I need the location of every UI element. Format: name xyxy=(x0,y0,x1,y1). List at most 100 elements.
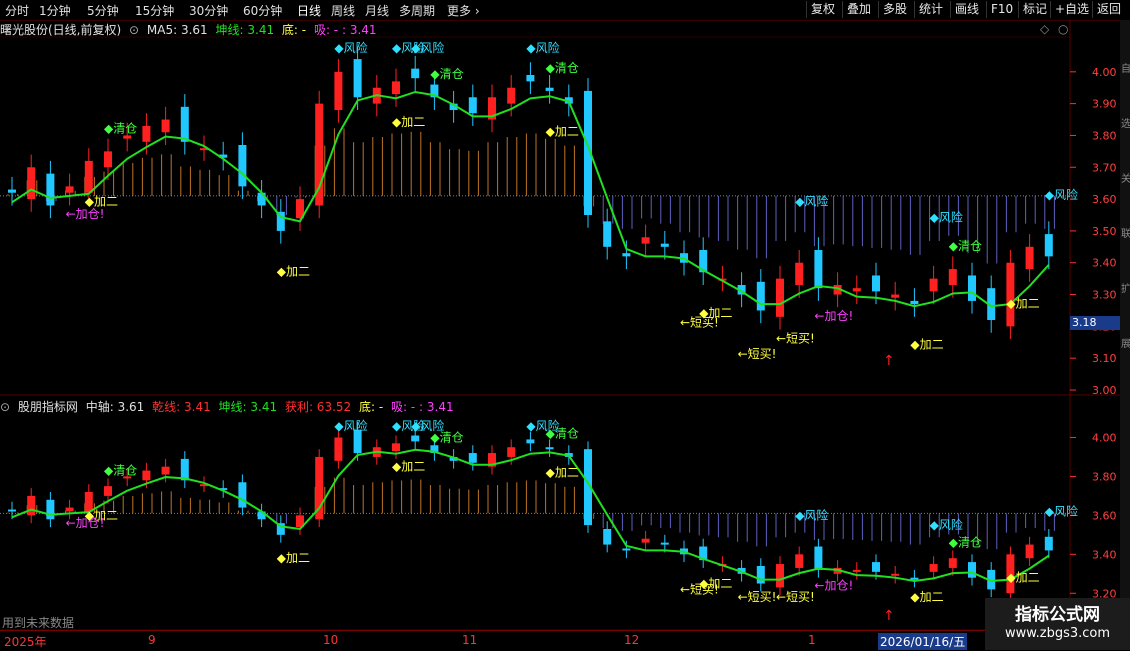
signal-label: ←短买! xyxy=(776,331,815,345)
toolbar-button-0[interactable]: 复权 xyxy=(806,1,839,18)
signal-label: ←加仓! xyxy=(66,516,105,530)
timeframe-10[interactable]: 更多 › xyxy=(447,2,480,19)
circle-icon[interactable]: ○ xyxy=(1058,22,1068,36)
candle-body xyxy=(545,87,554,91)
candle-body xyxy=(603,221,612,247)
date-label-4: 12 xyxy=(624,633,640,647)
candle-body xyxy=(756,281,765,311)
candle-body xyxy=(680,253,688,263)
sidebar-char: 扩 xyxy=(1121,284,1130,295)
candle-body xyxy=(680,548,688,555)
toolbar-button-5[interactable]: F10 xyxy=(986,1,1017,18)
collapse-icon[interactable]: ⊙ xyxy=(129,23,139,37)
timeframe-3[interactable]: 15分钟 xyxy=(135,2,174,19)
buy-arrow-icon: ↑ xyxy=(883,608,895,624)
timeframe-0[interactable]: 分时 xyxy=(5,2,29,19)
candle-body xyxy=(852,569,861,572)
candle-body xyxy=(564,97,573,104)
candle-body xyxy=(334,71,343,110)
candle-body xyxy=(84,160,93,193)
signal-label: ◆风险 xyxy=(795,507,828,522)
date-label-2: 10 xyxy=(323,633,339,647)
di-label: 底: - xyxy=(359,400,384,414)
candle-body xyxy=(468,453,477,463)
signal-label: ←加仓! xyxy=(814,309,853,323)
candle-body xyxy=(910,300,919,305)
candle-body xyxy=(104,151,112,168)
kline-chart[interactable]: 4.003.903.803.703.603.503.403.303.203.10… xyxy=(0,0,1130,650)
candle-body xyxy=(660,243,669,247)
candle-body xyxy=(507,87,516,104)
timeframe-8[interactable]: 月线 xyxy=(365,2,389,19)
candle-body xyxy=(1025,544,1034,559)
candle-body xyxy=(776,564,784,588)
timeframe-4[interactable]: 30分钟 xyxy=(189,2,228,19)
collapse-icon[interactable]: ⊙ xyxy=(0,400,10,414)
y-tick-label: 3.80 xyxy=(1092,129,1117,142)
toolbar-button-1[interactable]: 叠加 xyxy=(842,1,875,18)
di-label: 底: - xyxy=(281,23,307,37)
toolbar-button-3[interactable]: 统计 xyxy=(914,1,947,18)
candle-body xyxy=(660,542,669,545)
kun-label: 坤线: 3.41 xyxy=(218,400,278,414)
sidebar-char: 选 xyxy=(1121,119,1130,130)
candle-body xyxy=(737,285,746,295)
y-tick-label: 3.30 xyxy=(1092,289,1117,302)
kun-line xyxy=(11,90,1050,308)
candle-body xyxy=(814,546,823,570)
y-tick-label: 3.40 xyxy=(1092,257,1117,270)
candle-body xyxy=(699,250,708,273)
y-tick-label: 3.90 xyxy=(1092,98,1117,111)
toolbar-button-4[interactable]: 画线 xyxy=(950,1,983,18)
sidebar-char: 联 xyxy=(1121,229,1130,240)
signal-label: ◆加二 xyxy=(1006,296,1039,310)
signal-label: ←短买! xyxy=(738,590,777,604)
signal-label: ◆风险 xyxy=(334,40,367,55)
candle-body xyxy=(238,482,247,508)
signal-label: ◆加二 xyxy=(910,338,943,352)
watermark-title: 指标公式网 xyxy=(1015,605,1100,625)
signal-label: ◆加二 xyxy=(546,465,579,479)
candle-body xyxy=(910,577,919,580)
right-sidebar[interactable]: 自选关联扩展 xyxy=(1120,20,1130,650)
diamond-icon[interactable]: ◇ xyxy=(1040,22,1049,36)
candle-body xyxy=(603,529,612,545)
candle-body xyxy=(718,278,727,281)
kun-label: 坤线: 3.41 xyxy=(215,23,275,37)
candle-body xyxy=(718,564,727,567)
candle-body xyxy=(795,262,804,285)
signal-label: ←短买! xyxy=(680,315,719,329)
timeframe-7[interactable]: 周线 xyxy=(331,2,355,19)
toolbar-button-6[interactable]: 标记 xyxy=(1018,1,1051,18)
candle-body xyxy=(8,509,16,512)
candle-body xyxy=(872,562,880,572)
toolbar-button-8[interactable]: 返回 xyxy=(1092,1,1125,18)
candle-body xyxy=(1044,536,1053,551)
sidebar-char: 关 xyxy=(1121,174,1130,185)
future-data-note: 用到未来数据 xyxy=(2,616,75,630)
candle-body xyxy=(948,558,957,568)
y-tick-label: 3.50 xyxy=(1092,225,1117,238)
candle-body xyxy=(65,507,74,512)
timeframe-1[interactable]: 1分钟 xyxy=(39,2,71,19)
toolbar-button-7[interactable]: +自选 xyxy=(1050,1,1093,18)
signal-label: ◆风险 xyxy=(1045,187,1078,202)
signal-label: ←加仓! xyxy=(66,207,105,221)
y-tick-label: 3.80 xyxy=(1092,470,1117,483)
timeframe-9[interactable]: 多周期 xyxy=(399,2,435,19)
xi-label: 吸: - : 3.41 xyxy=(391,400,454,414)
signal-label: ◆加二 xyxy=(699,576,732,590)
signal-label: ◆清仓 xyxy=(546,61,579,75)
signal-label: ◆清仓 xyxy=(949,536,982,550)
toolbar-button-2[interactable]: 多股 xyxy=(878,1,911,18)
candle-body xyxy=(276,211,285,231)
candle-body xyxy=(123,476,132,479)
timeframe-5[interactable]: 60分钟 xyxy=(243,2,282,19)
zhong-label: 中轴: 3.61 xyxy=(85,400,145,414)
candle-body xyxy=(852,288,861,292)
timeframe-6[interactable]: 日线 xyxy=(297,2,321,19)
signal-label: ◆加二 xyxy=(85,508,118,522)
candle-body xyxy=(776,278,784,317)
signal-label: ◆风险 xyxy=(930,209,963,224)
timeframe-2[interactable]: 5分钟 xyxy=(87,2,119,19)
